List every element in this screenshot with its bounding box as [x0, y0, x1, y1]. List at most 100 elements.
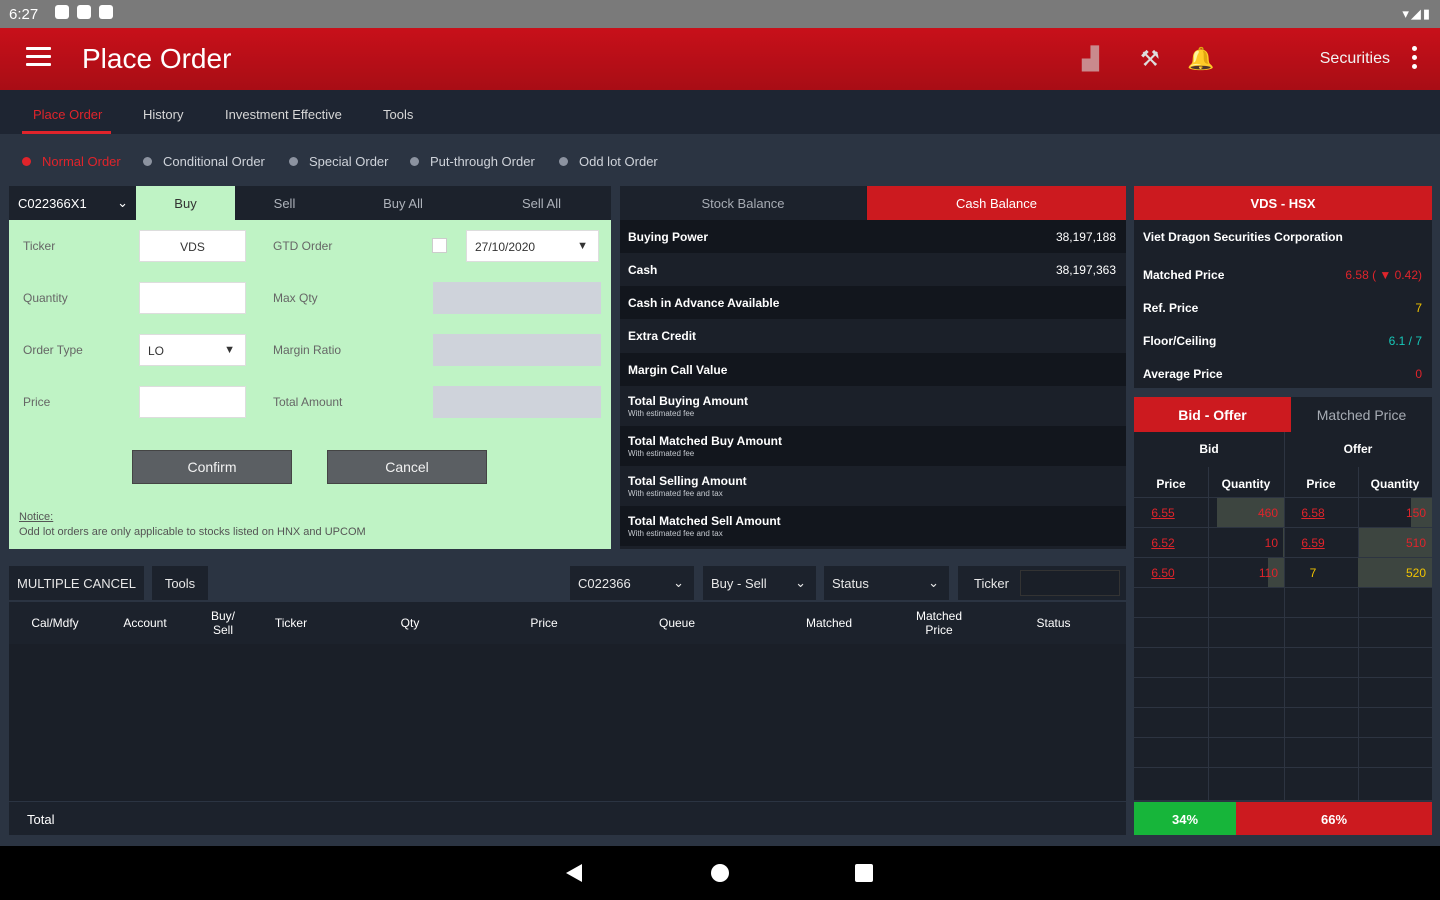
order-type-put-through[interactable]: Put-through Order — [410, 154, 535, 169]
notice-title: Notice: — [19, 511, 54, 523]
chevron-down-icon: ⌄ — [673, 575, 684, 590]
tab-investment-effective[interactable]: Investment Effective — [225, 107, 342, 122]
bid-price[interactable]: 6.52 — [1134, 536, 1192, 550]
tab-tools[interactable]: Tools — [383, 107, 413, 122]
bid-qty: 460 — [1257, 506, 1278, 520]
balance-row: Extra Credit — [620, 319, 1126, 352]
tab-buy[interactable]: Buy — [136, 186, 235, 220]
status-filter-value: Status — [832, 576, 869, 591]
dropdown-arrow-icon: ▼ — [224, 344, 235, 356]
offer-price[interactable]: 7 — [1284, 566, 1342, 580]
balance-row: Cash 38,197,363 — [620, 253, 1126, 286]
stock-info-value: 6.58 ( ▼ 0.42) — [1345, 268, 1422, 282]
securities-button[interactable]: Securities — [1320, 50, 1390, 68]
bo-col-header: Quantity — [1370, 477, 1420, 491]
max-qty-label: Max Qty — [273, 291, 318, 305]
tab-stock-balance[interactable]: Stock Balance — [620, 186, 866, 220]
price-input[interactable] — [139, 386, 246, 418]
order-type-special[interactable]: Special Order — [289, 154, 388, 169]
stock-info-label: Ref. Price — [1143, 301, 1199, 315]
home-icon[interactable] — [711, 864, 729, 882]
tools-button[interactable]: Tools — [152, 566, 208, 600]
tab-place-order[interactable]: Place Order — [33, 107, 102, 122]
offer-qty: 510 — [1405, 536, 1426, 550]
balance-row: Total Matched Sell Amount With estimated … — [620, 506, 1126, 546]
order-form: Ticker VDS GTD Order 27/10/2020 ▼ Quantit… — [9, 220, 611, 549]
offer-qty: 520 — [1405, 566, 1426, 580]
bid-price[interactable]: 6.55 — [1134, 506, 1192, 520]
tab-history[interactable]: History — [143, 107, 183, 122]
tab-bid-offer[interactable]: Bid - Offer — [1134, 397, 1291, 432]
bid-offer-panel: Bid - Offer Matched Price Bid Offer Price Q… — [1134, 397, 1432, 800]
balance-label: Extra Credit — [628, 329, 697, 343]
stock-info-panel: VDS - HSX Viet Dragon Securities Corpora… — [1134, 186, 1432, 388]
page-title: Place Order — [82, 43, 232, 74]
offer-price[interactable]: 6.59 — [1284, 536, 1342, 550]
offer-price[interactable]: 6.58 — [1284, 506, 1342, 520]
order-col-header: Qty — [400, 616, 420, 630]
tab-matched-price[interactable]: Matched Price — [1291, 397, 1432, 432]
order-type-odd-lot[interactable]: Odd lot Order — [559, 154, 658, 169]
cancel-button[interactable]: Cancel — [327, 450, 487, 484]
grid-line — [1134, 707, 1432, 708]
order-type-value: LO — [148, 344, 165, 358]
bell-icon[interactable]: 🔔 — [1187, 46, 1214, 72]
gtd-checkbox[interactable] — [432, 238, 447, 253]
more-options-icon[interactable] — [1412, 46, 1418, 73]
stock-info-row: Average Price 0 — [1134, 363, 1432, 396]
order-table-body — [9, 644, 1126, 801]
back-icon[interactable] — [566, 864, 582, 882]
notification-icons — [55, 5, 113, 19]
tab-sell[interactable]: Sell — [235, 186, 334, 220]
stock-info-label: Floor/Ceiling — [1143, 334, 1217, 348]
bid-percent-bar: 34% — [1134, 802, 1236, 835]
order-col-header: Matched — [805, 616, 853, 630]
balance-row: Cash in Advance Available — [620, 286, 1126, 319]
recents-icon[interactable] — [855, 864, 873, 882]
company-name: Viet Dragon Securities Corporation — [1143, 230, 1343, 244]
tab-sell-all[interactable]: Sell All — [472, 186, 611, 220]
ticker-filter-input[interactable] — [1020, 570, 1120, 596]
multiple-cancel-button[interactable]: MULTIPLE CANCEL — [9, 566, 144, 600]
balance-row: Margin Call Value — [620, 353, 1126, 386]
balance-label: Total Buying Amount — [628, 394, 748, 408]
balance-label: Margin Call Value — [628, 363, 728, 377]
menu-icon[interactable] — [26, 47, 51, 69]
system-nav-bar — [0, 846, 1440, 900]
balance-row: Buying Power 38,197,188 — [620, 220, 1126, 253]
order-col-header: Ticker — [274, 616, 308, 630]
tab-buy-all[interactable]: Buy All — [334, 186, 472, 220]
ticker-input[interactable]: VDS — [139, 230, 246, 262]
balance-sublabel: With estimated fee and tax — [628, 529, 723, 538]
ticker-filter-label: Ticker — [974, 576, 1009, 591]
main-tabs: Place Order History Investment Effective… — [0, 90, 1440, 134]
gtd-date-select[interactable]: 27/10/2020 ▼ — [466, 230, 599, 262]
total-label: Total — [27, 812, 55, 827]
ticker-filter: Ticker — [958, 566, 1126, 600]
grid-line — [1134, 647, 1432, 648]
grid-line — [1134, 587, 1432, 588]
balance-row: Total Selling Amount With estimated fee a… — [620, 466, 1126, 506]
chart-icon[interactable]: ▟ — [1082, 46, 1099, 72]
bo-col-header: Price — [1306, 477, 1336, 491]
order-col-header: Queue — [658, 616, 696, 630]
bid-header: Bid — [1199, 442, 1219, 456]
order-type-conditional[interactable]: Conditional Order — [143, 154, 265, 169]
confirm-button[interactable]: Confirm — [132, 450, 292, 484]
order-panel: C022366X1 ⌄ Buy Sell Buy All Sell All Tic… — [9, 186, 611, 549]
order-col-header: Account — [123, 616, 167, 630]
order-type-select[interactable]: LO ▼ — [139, 334, 246, 366]
bid-qty: 110 — [1258, 566, 1278, 580]
margin-ratio-label: Margin Ratio — [273, 343, 342, 357]
stock-info-value: 0 — [1415, 367, 1422, 381]
gavel-icon[interactable]: ⚒ — [1140, 46, 1160, 72]
order-type-normal[interactable]: Normal Order — [22, 154, 121, 169]
tab-cash-balance[interactable]: Cash Balance — [867, 186, 1126, 220]
quantity-input[interactable] — [139, 282, 246, 314]
account-select[interactable]: C022366X1 ⌄ — [9, 186, 136, 220]
bid-price[interactable]: 6.50 — [1134, 566, 1192, 580]
account-filter[interactable]: C022366 ⌄ — [570, 566, 694, 600]
balance-sublabel: With estimated fee — [628, 449, 695, 458]
status-filter[interactable]: Status ⌄ — [824, 566, 949, 600]
side-filter[interactable]: Buy - Sell ⌄ — [703, 566, 816, 600]
